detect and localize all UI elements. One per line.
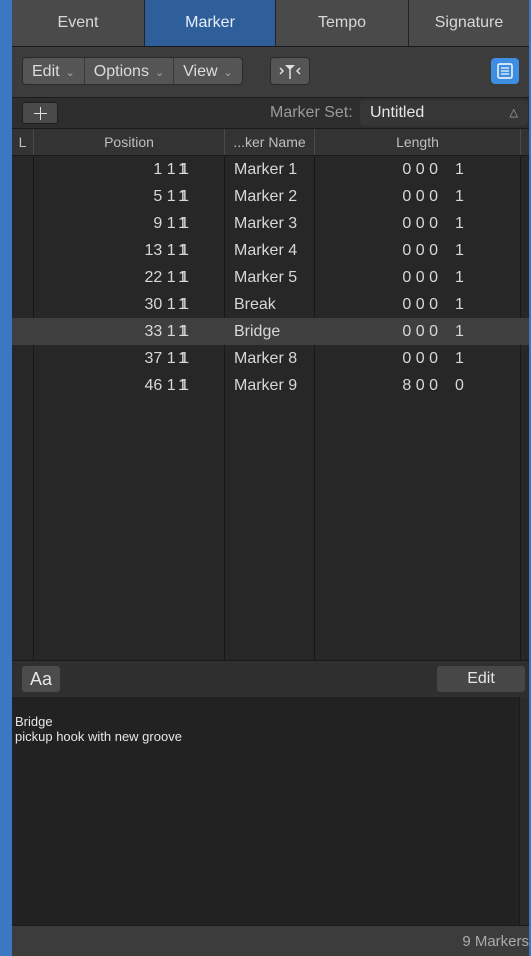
marker-table: 1 1 1 1 Marker 1 0 0 0 1 5 1 1 1 Marker …	[12, 156, 529, 660]
window-frame-left	[0, 0, 12, 956]
view-menu[interactable]: View ⌄	[174, 58, 242, 84]
position-tick-cell: 1	[178, 188, 187, 205]
marker-name-cell: Marker 9	[234, 377, 298, 394]
length-cell: 8 0 0	[402, 377, 438, 394]
length-cell: 0 0 0	[402, 188, 438, 205]
length-tick-cell: 0	[455, 377, 464, 394]
tab-event[interactable]: Event	[12, 0, 145, 46]
notes-toolbar: Aa Edit	[12, 660, 529, 698]
length-cell: 0 0 0	[402, 350, 438, 367]
marker-set-label: Marker Set:	[270, 104, 353, 121]
table-row[interactable]: 5 1 1 1 Marker 2 0 0 0 1	[12, 183, 529, 210]
edit-notes-button[interactable]: Edit	[437, 666, 525, 692]
marker-name-cell: Marker 5	[234, 269, 298, 286]
chevron-down-icon: ⌄	[154, 67, 165, 79]
table-row-selected[interactable]: 33 1 1 1 Bridge 0 0 0 1	[12, 318, 529, 345]
length-cell: 0 0 0	[402, 215, 438, 232]
length-tick-cell: 1	[455, 242, 464, 259]
view-menu-label: View	[183, 63, 218, 80]
column-header-marker-name[interactable]: ...ker Name	[225, 129, 315, 155]
marker-name-cell: Marker 3	[234, 215, 298, 232]
length-tick-cell: 1	[455, 296, 464, 313]
column-header-length[interactable]: Length	[315, 129, 521, 155]
table-row[interactable]: 37 1 1 1 Marker 8 0 0 0 1	[12, 345, 529, 372]
table-row[interactable]: 46 1 1 1 Marker 9 8 0 0 0	[12, 372, 529, 399]
catch-playhead-icon	[279, 65, 301, 79]
marker-table-header: L Position ...ker Name Length	[12, 129, 529, 156]
position-tick-cell: 1	[178, 323, 187, 340]
status-bar: 9 Markers	[12, 925, 529, 956]
marker-name-cell: Marker 1	[234, 161, 298, 178]
length-tick-cell: 1	[455, 188, 464, 205]
note-text: pickup hook with new groove	[15, 729, 182, 744]
marker-name-cell: Bridge	[234, 323, 281, 340]
length-cell: 0 0 0	[402, 242, 438, 259]
marker-name-cell: Marker 8	[234, 350, 298, 367]
position-tick-cell: 1	[178, 242, 187, 259]
length-cell: 0 0 0	[402, 161, 438, 178]
chevron-down-icon: ⌄	[223, 67, 233, 79]
marker-name-cell: Marker 2	[234, 188, 298, 205]
table-row[interactable]: 1 1 1 1 Marker 1 0 0 0 1	[12, 156, 529, 183]
length-tick-cell: 1	[455, 350, 464, 367]
tab-bar: Event Marker Tempo Signature	[12, 0, 529, 47]
length-tick-cell: 1	[455, 323, 464, 340]
length-cell: 0 0 0	[402, 269, 438, 286]
font-button[interactable]: Aa	[22, 666, 60, 692]
length-cell: 0 0 0	[402, 296, 438, 313]
marker-list-window: Event Marker Tempo Signature Edit ⌄ Optio…	[12, 0, 529, 956]
position-tick-cell: 1	[178, 215, 187, 232]
note-title: Bridge	[15, 714, 53, 729]
tab-tempo[interactable]: Tempo	[276, 0, 409, 46]
toolbar: Edit ⌄ Options ⌄ View ⌄	[12, 47, 529, 98]
tab-marker[interactable]: Marker	[145, 0, 276, 46]
length-cell: 0 0 0	[402, 323, 438, 340]
position-tick-cell: 1	[178, 377, 187, 394]
catch-playhead-button[interactable]	[270, 57, 310, 85]
length-tick-cell: 1	[455, 269, 464, 286]
marker-set-select[interactable]: Untitled △▽	[360, 100, 528, 145]
options-menu[interactable]: Options ⌄	[85, 58, 175, 84]
marker-set-bar: Marker Set: Untitled △▽	[12, 98, 529, 145]
options-menu-label: Options	[93, 63, 149, 80]
column-header-lock[interactable]: L	[12, 129, 34, 155]
list-view-icon	[497, 63, 513, 79]
notes-scrollbar[interactable]	[519, 697, 529, 925]
marker-name-cell: Break	[234, 296, 276, 313]
length-tick-cell: 1	[455, 215, 464, 232]
position-tick-cell: 1	[178, 350, 187, 367]
edit-menu-label: Edit	[32, 63, 60, 80]
menu-segment: Edit ⌄ Options ⌄ View ⌄	[22, 57, 243, 85]
marker-set-value: Untitled	[370, 104, 425, 121]
length-tick-cell: 1	[455, 161, 464, 178]
position-tick-cell: 1	[178, 296, 187, 313]
marker-count: 9 Markers	[462, 933, 529, 950]
column-header-position[interactable]: Position	[34, 129, 225, 155]
chevron-down-icon: ⌄	[65, 67, 75, 79]
add-marker-button[interactable]	[22, 102, 58, 124]
list-view-button[interactable]	[491, 58, 519, 84]
edit-menu[interactable]: Edit ⌄	[23, 58, 85, 84]
position-tick-cell: 1	[178, 161, 187, 178]
position-tick-cell: 1	[178, 269, 187, 286]
table-row[interactable]: 22 1 1 1 Marker 5 0 0 0 1	[12, 264, 529, 291]
table-row[interactable]: 30 1 1 1 Break 0 0 0 1	[12, 291, 529, 318]
tab-signature[interactable]: Signature	[409, 0, 529, 46]
table-row[interactable]: 9 1 1 1 Marker 3 0 0 0 1	[12, 210, 529, 237]
marker-name-cell: Marker 4	[234, 242, 298, 259]
marker-notes-area[interactable]: Bridge pickup hook with new groove	[12, 697, 519, 925]
table-row[interactable]: 13 1 1 1 Marker 4 0 0 0 1	[12, 237, 529, 264]
